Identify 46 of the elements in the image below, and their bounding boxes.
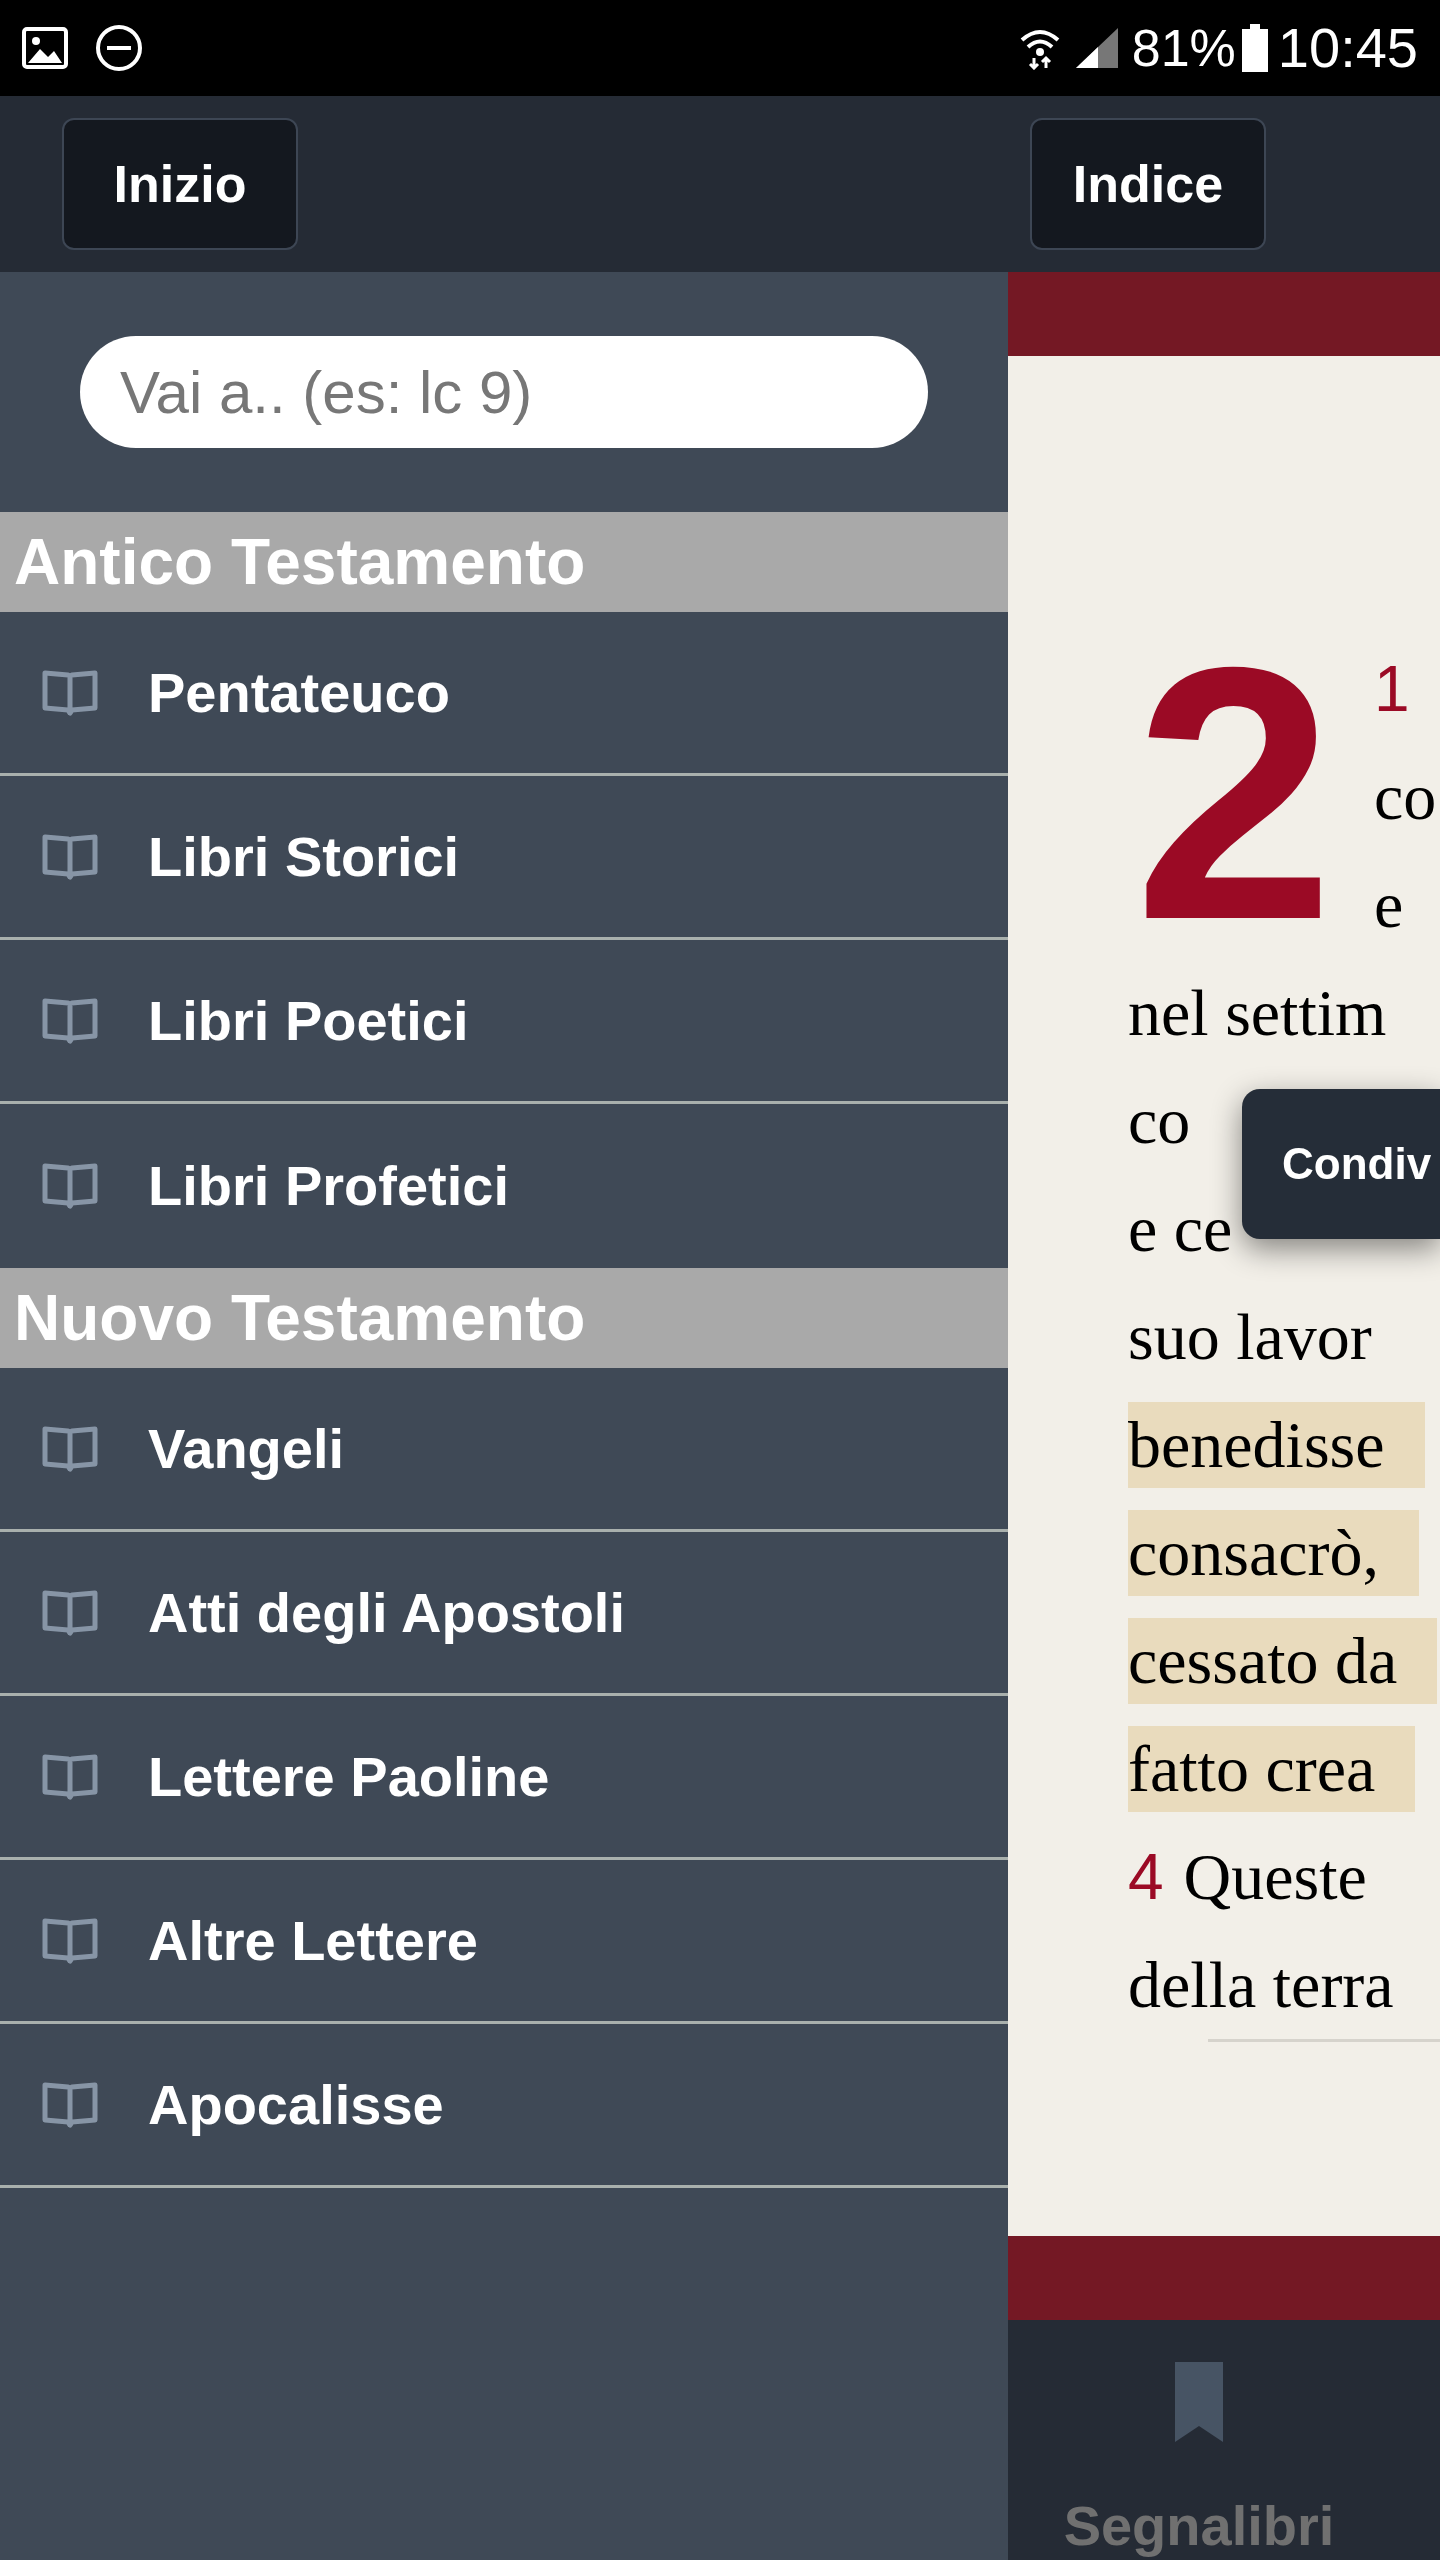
chapter-number: 2 — [1134, 648, 1335, 938]
category-item[interactable]: Libri Profetici — [0, 1104, 1008, 1268]
search-field[interactable]: Vai a.. (es: lc 9) — [80, 336, 928, 448]
book-icon — [42, 1425, 98, 1472]
do-not-disturb-icon — [94, 23, 144, 73]
clock-time: 10:45 — [1277, 15, 1418, 81]
share-popup[interactable]: Condiv — [1242, 1089, 1440, 1239]
category-label: Vangeli — [148, 1415, 345, 1482]
battery-icon — [1241, 24, 1268, 72]
book-icon — [42, 669, 98, 716]
section-header: Antico Testamento — [0, 512, 1008, 612]
battery-percent: 81% — [1131, 18, 1236, 79]
category-label: Pentateuco — [148, 659, 450, 726]
bookmark-icon — [1173, 2360, 1225, 2444]
category-label: Apocalisse — [148, 2071, 444, 2138]
verse-text: suo lavor — [1128, 1304, 1372, 1370]
category-label: Libri Profetici — [148, 1153, 509, 1219]
category-label: Altre Lettere — [148, 1907, 478, 1974]
section-header: Nuovo Testamento — [0, 1268, 1008, 1368]
book-icon — [42, 1163, 98, 1209]
verse-text: Queste — [1183, 1844, 1367, 1910]
verse-text: della terra — [1128, 1952, 1394, 2018]
category-label: Lettere Paoline — [148, 1743, 550, 1810]
book-icon — [42, 1589, 98, 1636]
verse-text: co — [1128, 1088, 1191, 1154]
category-label: Libri Poetici — [148, 987, 469, 1054]
verse-text: cessato da — [1128, 1628, 1398, 1694]
home-button[interactable]: Inizio — [62, 118, 298, 250]
book-icon — [42, 2081, 98, 2128]
book-icon — [42, 1753, 98, 1800]
book-icon — [42, 997, 98, 1044]
verse-text: nel settim — [1128, 980, 1387, 1046]
image-icon — [22, 27, 68, 69]
verse-text: consacrò, — [1128, 1520, 1380, 1586]
verse-text: fatto crea — [1128, 1736, 1376, 1802]
book-icon — [42, 833, 98, 880]
verse-text: e ce — [1128, 1196, 1233, 1262]
verse-number: 1 — [1374, 657, 1410, 721]
verse-text: benedisse — [1128, 1412, 1385, 1478]
index-button[interactable]: Indice — [1030, 118, 1266, 250]
book-icon — [42, 1917, 98, 1964]
category-label: Libri Storici — [148, 823, 460, 890]
category-label: Atti degli Apostoli — [148, 1579, 625, 1646]
verse-text: co — [1374, 764, 1437, 830]
verse-text: e — [1374, 872, 1404, 938]
verse-number: 4 — [1128, 1845, 1164, 1909]
